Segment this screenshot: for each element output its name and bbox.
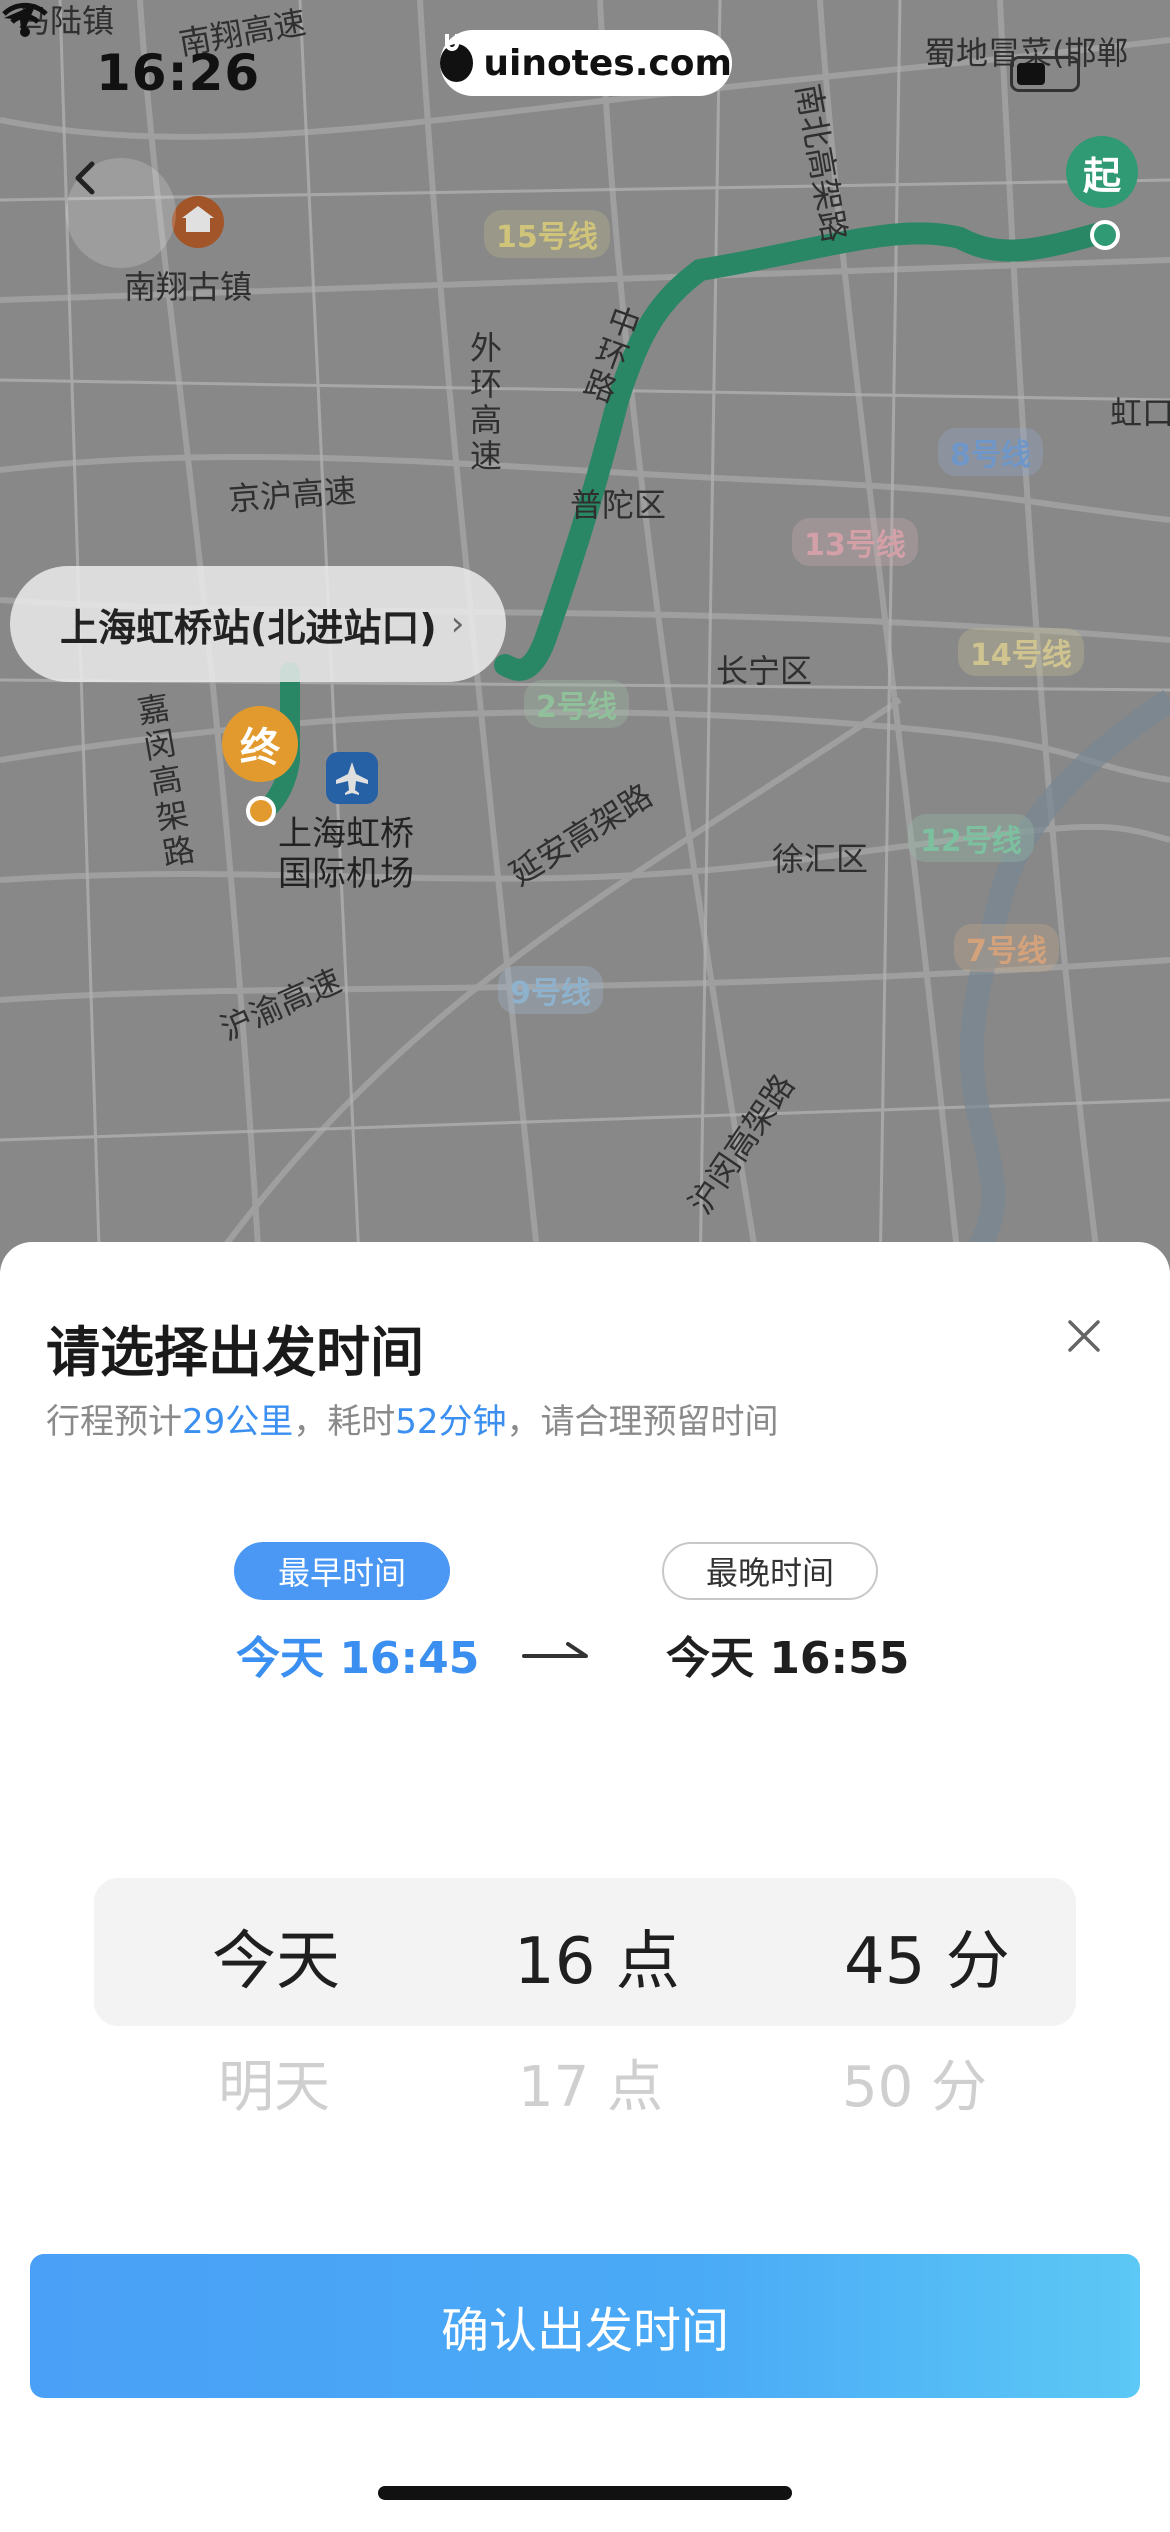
earliest-time-tab[interactable]: 最早时间: [234, 1542, 450, 1600]
map-label: 上海虹桥国际机场: [278, 814, 414, 894]
metro-line-label: 7号线: [954, 924, 1059, 972]
status-time: 16:26: [96, 44, 261, 102]
close-icon: [1068, 1320, 1100, 1352]
home-indicator[interactable]: [378, 2486, 792, 2500]
airport-icon: [326, 752, 378, 804]
metro-line-label: 2号线: [524, 680, 629, 728]
chevron-left-icon: [75, 161, 95, 195]
picker-day-selected[interactable]: 今天: [212, 1910, 340, 2002]
start-marker[interactable]: 起: [1066, 136, 1138, 208]
departure-time-sheet: 请选择出发时间 行程预计29公里，耗时52分钟，请合理预留时间 最早时间 最晚时…: [0, 1242, 1170, 2532]
watermark-badge: uinotes.com: [440, 30, 732, 96]
watermark-text: uinotes.com: [483, 42, 732, 84]
map-view[interactable]: 马陆镇 南翔高速 南北高架路 蜀地冒菜(邯郸 南翔古镇 外环高速 中环路 虹口 …: [0, 0, 1170, 1280]
metro-line-label: 13号线: [792, 518, 918, 566]
metro-line-label: 9号线: [498, 966, 603, 1014]
trip-summary-text: 行程预计: [46, 1402, 182, 1442]
metro-line-label: 12号线: [908, 814, 1034, 862]
station-pill[interactable]: 上海虹桥站(北进站口) ›: [10, 566, 506, 682]
trip-summary-text: ，耗时: [293, 1402, 396, 1442]
trip-duration: 52分钟: [395, 1402, 507, 1442]
latest-time-value[interactable]: 今天 16:55: [666, 1622, 909, 1686]
end-marker[interactable]: 终: [222, 706, 298, 782]
map-label: 徐汇区: [772, 840, 869, 878]
picker-day-next[interactable]: 明天: [218, 2042, 330, 2123]
temple-icon: [172, 196, 224, 248]
map-label: 南翔古镇: [124, 268, 253, 306]
start-marker-dot: [1090, 220, 1120, 250]
metro-line-label: 15号线: [484, 210, 610, 258]
chevron-right-icon: ›: [450, 604, 465, 644]
map-label: 普陀区: [570, 486, 667, 524]
picker-hour-next[interactable]: 17 点: [518, 2042, 663, 2123]
map-label: 京沪高速: [226, 471, 358, 519]
sheet-title: 请选择出发时间: [46, 1321, 424, 1384]
map-label: 外环高速: [470, 329, 503, 475]
earliest-time-value[interactable]: 今天 16:45: [236, 1622, 479, 1686]
latest-time-tab[interactable]: 最晚时间: [662, 1542, 878, 1600]
station-name: 上海虹桥站(北进站口): [60, 605, 437, 650]
picker-hour-selected[interactable]: 16 点: [514, 1910, 680, 2002]
trip-summary-text: ，请合理预留时间: [506, 1402, 779, 1442]
watermark-logo-icon: [440, 34, 474, 82]
metro-line-label: 8号线: [938, 428, 1043, 476]
map-label: 虹口: [1110, 394, 1170, 432]
picker-minute-selected[interactable]: 45 分: [844, 1910, 1010, 2002]
end-marker-dot: [246, 796, 276, 826]
trip-summary: 行程预计29公里，耗时52分钟，请合理预留时间: [46, 1394, 779, 1443]
picker-minute-next[interactable]: 50 分: [842, 2042, 987, 2123]
battery-icon: [1010, 56, 1080, 92]
back-button[interactable]: [66, 158, 176, 268]
close-button[interactable]: [1056, 1308, 1112, 1364]
arrow-right-icon: [522, 1642, 588, 1658]
trip-distance: 29公里: [182, 1402, 294, 1442]
metro-line-label: 14号线: [958, 628, 1084, 676]
wifi-icon: [2, 2, 48, 37]
confirm-departure-button[interactable]: 确认出发时间: [30, 2254, 1140, 2398]
map-label: 长宁区: [716, 652, 813, 690]
